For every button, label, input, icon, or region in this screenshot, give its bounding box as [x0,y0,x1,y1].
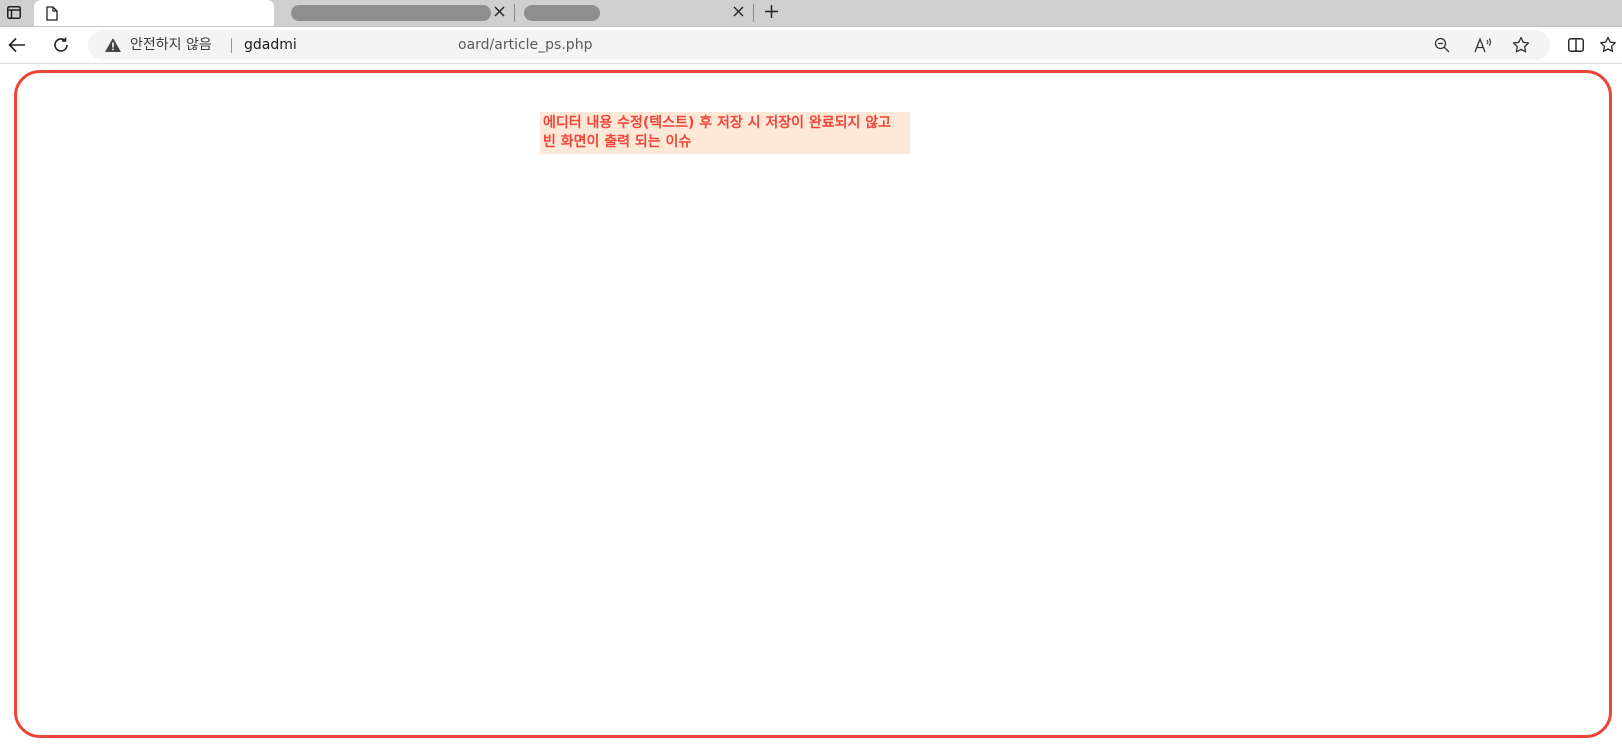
highlight-frame [14,70,1612,738]
favorites-icon[interactable] [1600,32,1622,58]
tab-title-redacted [524,5,600,21]
url-text-start[interactable]: gdadmi [244,30,297,60]
tab-active[interactable] [34,0,274,26]
refresh-icon[interactable] [48,32,74,58]
address-bar[interactable]: 안전하지 않음 gdadmi oard/article_ps.php [88,30,1550,60]
zoom-out-icon[interactable] [1431,34,1453,56]
issue-annotation: 에디터 내용 수정(텍스트) 후 저장 시 저장이 완료되지 않고 빈 화면이 … [540,112,910,154]
warning-triangle-icon[interactable] [104,37,122,53]
split-screen-icon[interactable] [1563,32,1589,58]
tab-actions-icon[interactable] [0,0,28,24]
close-icon[interactable] [489,0,509,22]
star-icon[interactable] [1510,34,1532,56]
tab-title [68,6,258,20]
security-status-label[interactable]: 안전하지 않음 [130,30,212,60]
address-divider [231,38,232,53]
issue-annotation-line1: 에디터 내용 수정(텍스트) 후 저장 시 저장이 완료되지 않고 [543,115,892,131]
tab-strip [0,0,1622,27]
read-aloud-icon[interactable] [1472,34,1494,56]
tab-separator [753,4,754,22]
browser-toolbar: 안전하지 않음 gdadmi oard/article_ps.php [0,27,1622,64]
issue-annotation-line2: 빈 화면이 출력 되는 이슈 [543,134,692,150]
back-arrow-icon[interactable] [4,32,30,58]
tab-inactive[interactable] [514,0,734,26]
url-text-end[interactable]: oard/article_ps.php [458,30,592,60]
close-icon[interactable] [728,0,748,22]
document-icon [46,5,58,21]
tab-inactive[interactable] [281,0,491,26]
plus-icon[interactable] [759,0,783,22]
tab-title-redacted [291,5,491,21]
